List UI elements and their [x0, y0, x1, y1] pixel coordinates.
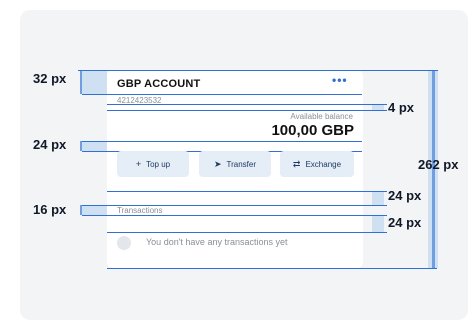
exchange-icon: ⇄ — [292, 158, 301, 169]
empty-state-text: You don't have any transactions yet — [146, 237, 288, 247]
balance-gap-label: 24 px — [33, 137, 67, 152]
guide-line — [78, 70, 438, 71]
total-height-label: 262 px — [418, 157, 459, 172]
send-icon: ➤ — [213, 158, 222, 169]
transfer-button[interactable]: ➤ Transfer — [199, 151, 271, 177]
number-gap-label: 4 px — [388, 100, 415, 115]
exchange-label: Exchange — [305, 159, 342, 169]
top-padding-marker — [80, 70, 82, 94]
plus-icon: + — [135, 158, 142, 169]
guide-line — [107, 191, 387, 192]
balance-gap-band — [80, 141, 107, 151]
transactions-padding-band — [80, 205, 107, 215]
actions-gap-label: 24 px — [388, 188, 422, 203]
top-up-button[interactable]: + Top up — [117, 151, 189, 177]
top-padding-label: 32 px — [33, 71, 67, 86]
transactions-padding-label: 16 px — [33, 202, 67, 217]
balance-label: Available balance — [290, 112, 353, 121]
list-gap-band — [372, 215, 384, 232]
actions-gap-band — [372, 191, 384, 205]
exchange-button[interactable]: ⇄ Exchange — [280, 151, 354, 177]
account-title: GBP ACCOUNT — [117, 78, 201, 90]
balance-gap-marker — [80, 141, 82, 151]
account-number: 4212423532 — [117, 96, 162, 105]
empty-state-icon — [117, 236, 131, 250]
balance-value: 100,00 GBP — [271, 122, 354, 139]
guide-line — [107, 110, 387, 111]
top-up-label: Top up — [146, 159, 171, 169]
guide-line — [107, 268, 437, 269]
transactions-label: Transactions — [117, 206, 163, 215]
guide-line — [82, 215, 387, 216]
transactions-padding-marker — [80, 205, 82, 215]
list-gap-label: 24 px — [388, 215, 422, 230]
top-padding-band — [80, 70, 107, 94]
guide-line — [107, 232, 387, 233]
transfer-label: Transfer — [226, 159, 257, 169]
more-horizontal-icon[interactable]: ••• — [332, 74, 348, 86]
guide-line — [82, 94, 362, 95]
guide-line — [82, 141, 362, 142]
